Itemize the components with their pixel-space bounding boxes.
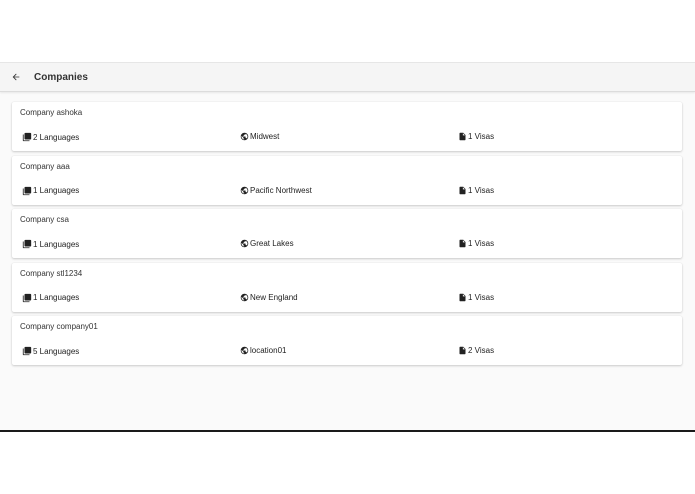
visas-info: 1 Visas xyxy=(458,186,494,195)
languages-count: 2 Languages xyxy=(33,132,80,142)
company-name: Company aaa xyxy=(20,161,70,171)
location-info: Great Lakes xyxy=(240,239,294,248)
globe-icon xyxy=(240,347,249,355)
location-label: Pacific Northwest xyxy=(250,185,312,195)
globe-icon xyxy=(240,293,249,302)
visas-info: 2 Visas xyxy=(458,346,494,355)
visas-info: 1 Visas xyxy=(458,239,494,248)
companies-page: Companies Company ashoka 2 Languages Mid… xyxy=(0,62,695,431)
location-label: New England xyxy=(250,292,298,302)
location-label: Midwest xyxy=(250,132,280,141)
location-label: Great Lakes xyxy=(250,239,294,249)
library-books-icon xyxy=(22,293,32,302)
location-info: New England xyxy=(240,293,298,302)
divider xyxy=(0,430,695,432)
visas-count: 1 Visas xyxy=(468,292,495,302)
app-toolbar: Companies xyxy=(0,62,695,92)
screen: Companies Company ashoka 2 Languages Mid… xyxy=(0,0,695,494)
company-list: Company ashoka 2 Languages Midwest 1 Vis… xyxy=(12,102,682,370)
document-icon xyxy=(459,347,466,355)
library-books-icon xyxy=(22,240,32,249)
location-info: location01 xyxy=(240,346,286,355)
languages-count: 1 Languages xyxy=(33,239,80,249)
languages-info: 2 Languages xyxy=(22,132,79,142)
company-card[interactable]: Company stl1234 1 Languages New England … xyxy=(12,262,682,312)
visas-info: 1 Visas xyxy=(458,132,494,141)
library-books-icon xyxy=(22,186,32,195)
globe-icon xyxy=(240,132,249,141)
document-icon xyxy=(459,132,466,141)
languages-info: 1 Languages xyxy=(22,186,79,196)
location-info: Midwest xyxy=(240,132,279,141)
visas-count: 1 Visas xyxy=(468,132,495,141)
globe-icon xyxy=(240,186,249,194)
visas-count: 1 Visas xyxy=(468,239,495,249)
location-info: Pacific Northwest xyxy=(240,186,312,195)
company-card[interactable]: Company ashoka 2 Languages Midwest 1 Vis… xyxy=(12,102,682,151)
languages-count: 1 Languages xyxy=(33,186,80,196)
visas-count: 2 Visas xyxy=(468,346,495,356)
page-title: Companies xyxy=(34,71,88,83)
company-name: Company stl1234 xyxy=(20,268,83,278)
document-icon xyxy=(459,293,466,302)
globe-icon xyxy=(240,239,249,248)
company-name: Company csa xyxy=(20,215,69,225)
back-button[interactable] xyxy=(6,67,26,87)
library-books-icon xyxy=(22,347,32,356)
company-card[interactable]: Company aaa 1 Languages Pacific Northwes… xyxy=(12,155,682,205)
company-card[interactable]: Company company01 5 Languages location01… xyxy=(12,316,682,366)
languages-count: 1 Languages xyxy=(33,293,80,303)
visas-info: 1 Visas xyxy=(458,293,494,302)
languages-info: 5 Languages xyxy=(22,346,79,356)
languages-count: 5 Languages xyxy=(33,346,80,356)
company-name: Company company01 xyxy=(20,322,98,332)
library-books-icon xyxy=(22,132,32,142)
location-label: location01 xyxy=(250,346,287,356)
company-card[interactable]: Company csa 1 Languages Great Lakes 1 Vi… xyxy=(12,209,682,259)
languages-info: 1 Languages xyxy=(22,293,79,303)
languages-info: 1 Languages xyxy=(22,239,79,249)
visas-count: 1 Visas xyxy=(468,185,495,195)
document-icon xyxy=(459,239,466,248)
company-name: Company ashoka xyxy=(20,108,83,117)
arrow-back-icon xyxy=(12,73,20,81)
document-icon xyxy=(459,186,466,194)
